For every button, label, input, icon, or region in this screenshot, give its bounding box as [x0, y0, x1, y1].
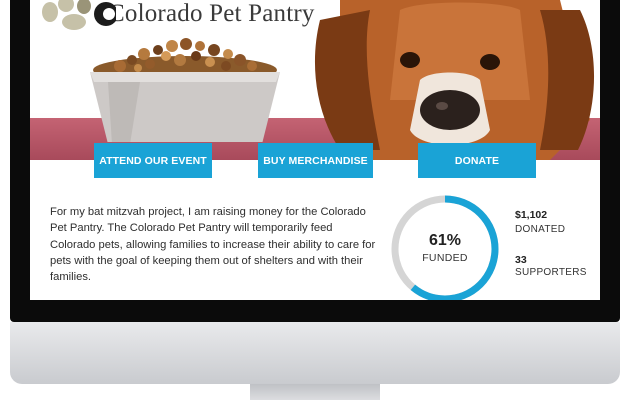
donate-button[interactable]: DONATE [418, 143, 536, 178]
logo-text: Colorado Pet Pantry [108, 0, 315, 27]
beagle-dog-image [314, 0, 595, 160]
site-logo[interactable]: Colorado Pet Pantry [36, 0, 315, 34]
webpage-screen: Colorado Pet Pantry ATTEND OUR EVENT BUY… [30, 0, 600, 300]
monitor-stand [250, 384, 380, 400]
funded-label: FUNDED [422, 252, 468, 264]
dog-food-bowl-image [90, 38, 280, 142]
campaign-description: For my bat mitzvah project, I am raising… [50, 206, 376, 284]
funded-percent: 61% [428, 232, 462, 249]
buy-merchandise-button[interactable]: BUY MERCHANDISE [258, 143, 373, 178]
hero-banner: Colorado Pet Pantry [30, 0, 600, 160]
monitor-chin [10, 322, 620, 384]
supporters-count: 33 [515, 254, 527, 266]
supporters-label: SUPPORTERS [515, 267, 587, 278]
donated-label: DONATED [515, 224, 566, 235]
paw-print-icon [42, 0, 116, 30]
donated-amount: $1,102 [515, 209, 548, 221]
attend-event-button[interactable]: ATTEND OUR EVENT [94, 143, 212, 178]
